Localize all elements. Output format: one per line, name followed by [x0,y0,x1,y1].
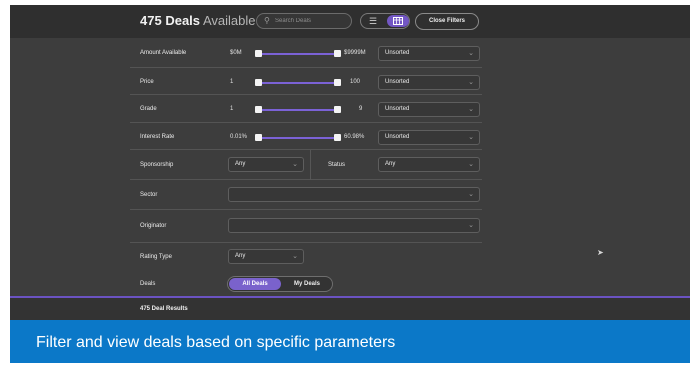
results-bar: 475 Deal Results [10,298,690,320]
column-divider [310,150,311,180]
chevron-down-icon: ⌄ [468,106,474,113]
sort-select[interactable]: Unsorted ⌄ [378,102,480,117]
results-count: 475 Deal Results [140,306,188,312]
range-track[interactable] [255,82,335,84]
filter-label: Grade [140,106,157,112]
range-min: $0M [230,50,242,56]
originator-select[interactable]: ⌄ [228,218,480,233]
list-view-icon[interactable]: ☰ [366,15,380,27]
range-min-handle[interactable] [255,50,262,57]
filter-row-sector: Sector ⌄ [130,180,482,210]
all-deals-option[interactable]: All Deals [229,278,281,290]
chevron-down-icon: ⌄ [468,161,474,168]
status-select[interactable]: Any ⌄ [378,157,480,172]
close-filters-button[interactable]: Close Filters [415,13,479,30]
caption-text: Filter and view deals based on specific … [36,334,396,351]
filter-row-sponsorship-status: Sponsorship Any ⌄ Status Any ⌄ [130,150,482,180]
sort-select[interactable]: Unsorted ⌄ [378,130,480,145]
chevron-down-icon: ⌄ [468,222,474,229]
range-track[interactable] [255,137,335,139]
search-box[interactable]: ⚲ [256,13,352,29]
search-input[interactable] [275,15,347,27]
filter-row-originator: Originator ⌄ [130,210,482,243]
range-max: 100 [350,79,361,85]
sort-select[interactable]: Unsorted ⌄ [378,46,480,61]
app-window: 475 Deals Available ⚲ ☰ Close Filters Am [10,5,690,363]
rating-type-label: Rating Type [140,254,172,260]
deals-segmented-control[interactable]: All Deals My Deals [227,276,333,292]
header-bar: 475 Deals Available ⚲ ☰ Close Filters [10,5,690,38]
range-min: 1 [230,106,234,112]
range-max: 60.98% [344,134,365,140]
range-max: $9999M [344,50,366,56]
filter-label: Status [328,162,346,168]
range-min-handle[interactable] [255,134,262,141]
chevron-down-icon: ⌄ [468,134,474,141]
filter-label: Price [140,79,154,85]
sponsorship-select[interactable]: Any ⌄ [228,157,304,172]
search-icon: ⚲ [264,16,270,25]
grid-view-icon[interactable] [387,15,409,27]
page-title: 475 Deals Available [140,13,256,28]
view-toggle[interactable]: ☰ [360,13,410,29]
range-min-handle[interactable] [255,79,262,86]
filter-row-amount: Amount Available $0M $9999M Unsorted ⌄ [130,38,482,68]
mouse-pointer-icon: ➤ [597,248,604,257]
chevron-down-icon: ⌄ [468,50,474,57]
rating-type-select[interactable]: Any ⌄ [228,249,304,264]
range-min: 0.01% [230,134,248,140]
filter-row-interest-rate: Interest Rate 0.01% 60.98% Unsorted ⌄ [130,123,482,150]
range-max-handle[interactable] [334,134,341,141]
filter-label: Sponsorship [140,162,174,168]
my-deals-option[interactable]: My Deals [284,278,330,290]
range-track[interactable] [255,53,335,55]
filter-panel: Amount Available $0M $9999M Unsorted ⌄ P… [10,38,690,296]
range-min-handle[interactable] [255,106,262,113]
range-max-handle[interactable] [334,106,341,113]
chevron-down-icon: ⌄ [468,79,474,86]
chevron-down-icon: ⌄ [468,191,474,198]
chevron-down-icon: ⌄ [292,253,298,260]
range-max-handle[interactable] [334,79,341,86]
filter-label: Amount Available [140,50,187,56]
sector-select[interactable]: ⌄ [228,187,480,202]
filter-label: Originator [140,223,167,229]
filter-row-grade: Grade 1 9 Unsorted ⌄ [130,95,482,123]
range-track[interactable] [255,109,335,111]
filter-row-price: Price 1 100 Unsorted ⌄ [130,68,482,95]
caption-banner: Filter and view deals based on specific … [10,320,690,363]
range-max-handle[interactable] [334,50,341,57]
range-min: 1 [230,79,234,85]
filter-label: Interest Rate [140,134,175,140]
sort-select[interactable]: Unsorted ⌄ [378,75,480,90]
filter-label: Sector [140,192,158,198]
chevron-down-icon: ⌄ [292,161,298,168]
deals-label: Deals [140,281,156,287]
range-max: 9 [359,106,363,112]
